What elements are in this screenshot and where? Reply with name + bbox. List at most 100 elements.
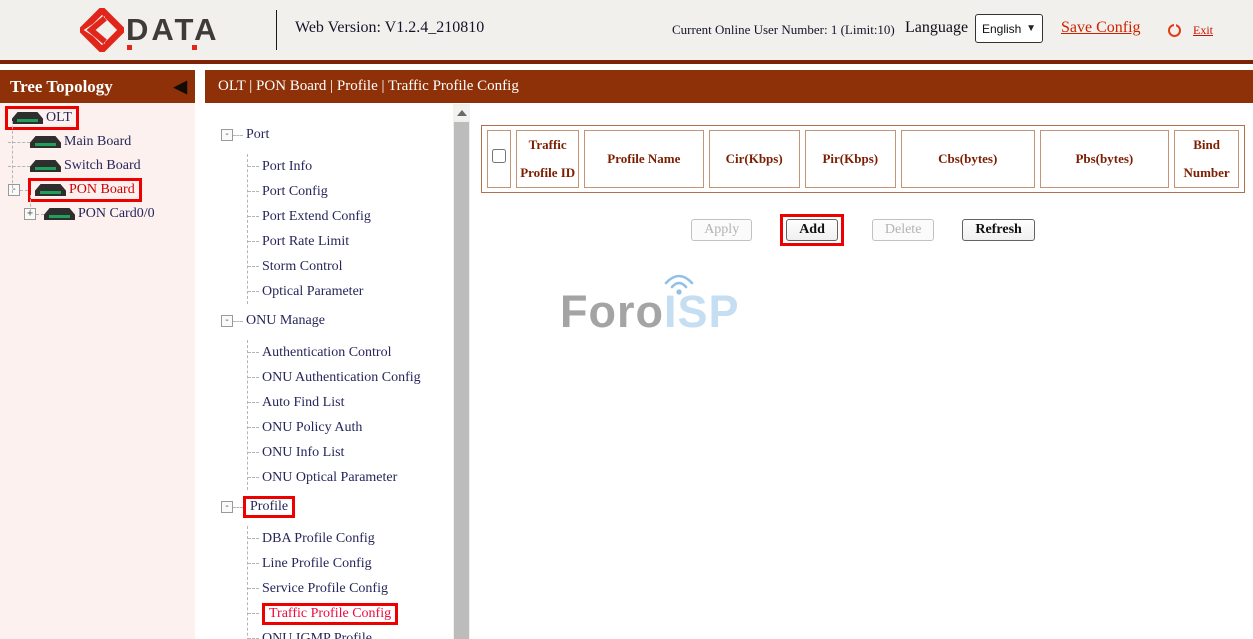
sidebar-title-bar: Tree Topology ◀ [0,70,195,103]
column-header-cir-kbps: Cir(Kbps) [709,130,800,188]
menu-item-dba-profile-config[interactable]: DBA Profile Config [248,526,470,551]
menu-item-label: Port Config [262,184,328,200]
app-root: DATA Web Version: V1.2.4_210810 Current … [0,0,1253,639]
tree-item-label: PON Card0/0 [78,206,155,222]
scroll-up-icon [457,110,467,116]
menu-group-items: Port Info Port Config Port Extend Config Po… [247,154,470,304]
annotation-box: Traffic Profile Config [262,603,398,625]
menu-group-port[interactable]: -Port [205,122,470,148]
add-button[interactable]: Add [786,219,838,241]
power-icon [1168,24,1181,37]
menu-item-port-rate-limit[interactable]: Port Rate Limit [248,229,470,254]
tree-connector [248,402,259,403]
save-config-link[interactable]: Save Config [1061,19,1141,37]
tree-connector [248,477,259,478]
table-header-row: Traffic Profile IDProfile NameCir(Kbps)P… [487,130,1239,188]
menu-item-label: Optical Parameter [262,284,363,300]
menu-item-auto-find-list[interactable]: Auto Find List [248,390,470,415]
logo-text: DATA [126,12,220,48]
minus-expander-icon[interactable]: - [221,129,233,141]
menu-group-onu-manage[interactable]: -ONU Manage [205,308,470,334]
device-icon [12,112,43,124]
menu-item-label: Port Rate Limit [262,234,349,250]
menu-item-onu-igmp-profile[interactable]: ONU IGMP Profile [248,626,470,639]
menu-item-label: ONU Authentication Config [262,370,421,386]
menu-item-traffic-profile-config[interactable]: Traffic Profile Config [248,601,470,626]
apply-button: Apply [691,219,752,241]
device-icon [44,208,75,220]
watermark-text-gray: Foro [560,286,664,337]
tree-connector [248,377,259,378]
menu-item-label: Port Info [262,159,312,175]
menu-group-items: Authentication Control ONU Authentication… [247,340,470,490]
menu-item-line-profile-config[interactable]: Line Profile Config [248,551,470,576]
wifi-signal-icon [659,268,699,296]
menu-item-label: ONU Policy Auth [262,420,362,436]
traffic-profile-table: Traffic Profile IDProfile NameCir(Kbps)P… [481,125,1245,193]
annotation-box: Add [780,214,844,246]
tree-connector [233,507,243,508]
language-selected-value: English [982,22,1021,36]
menu-item-onu-authentication-config[interactable]: ONU Authentication Config [248,365,470,390]
menu-item-port-info[interactable]: Port Info [248,154,470,179]
tree-item-switch-board[interactable]: Switch Board [0,154,195,178]
menu-scrollbar[interactable] [453,104,470,639]
menu-item-label: Storm Control [262,259,343,275]
tree-connector [248,191,259,192]
language-label: Language [905,19,968,37]
column-header-profile-name: Profile Name [584,130,704,188]
annotation-box: Profile [243,496,295,518]
language-select[interactable]: English ▼ [975,14,1043,43]
tree-connector [36,214,44,215]
tree-connector [248,538,259,539]
collapse-sidebar-icon[interactable]: ◀ [174,70,187,103]
annotation-box: OLT [5,106,79,130]
menu-item-optical-parameter[interactable]: Optical Parameter [248,279,470,304]
tree-connector [248,216,259,217]
tree-connector [248,452,259,453]
tree-connector [248,427,259,428]
menu-item-onu-info-list[interactable]: ONU Info List [248,440,470,465]
tree-connector [20,190,28,191]
scrollbar-thumb[interactable] [454,122,469,639]
navigation-menu-panel: -Port Port Info Port Config Port Extend Con… [205,104,470,639]
action-button-row: Apply Add Delete Refresh [481,214,1245,246]
tree-item-label: OLT [46,110,72,126]
tree-connector [248,563,259,564]
delete-button: Delete [872,219,935,241]
column-header-pir-kbps: Pir(Kbps) [805,130,896,188]
tree-connector [248,352,259,353]
header-bottom-divider [0,60,1253,64]
select-all-checkbox[interactable] [492,149,506,163]
menu-item-service-profile-config[interactable]: Service Profile Config [248,576,470,601]
menu-item-onu-optical-parameter[interactable]: ONU Optical Parameter [248,465,470,490]
menu-item-storm-control[interactable]: Storm Control [248,254,470,279]
menu-item-onu-policy-auth[interactable]: ONU Policy Auth [248,415,470,440]
menu-group-profile[interactable]: - Profile [205,494,470,520]
column-header-bind-number: Bind Number [1174,130,1239,188]
column-header-pbs-bytes: Pbs(bytes) [1040,130,1170,188]
menu-item-port-extend-config[interactable]: Port Extend Config [248,204,470,229]
menu-item-authentication-control[interactable]: Authentication Control [248,340,470,365]
menu-item-label: Port Extend Config [262,209,371,225]
device-icon [30,160,61,172]
column-header-cbs-bytes: Cbs(bytes) [901,130,1035,188]
select-all-cell [487,130,511,188]
menu-item-port-config[interactable]: Port Config [248,179,470,204]
tree-item-olt[interactable]: OLT [0,106,195,130]
tree-item-main-board[interactable]: Main Board [0,130,195,154]
exit-link[interactable]: Exit [1193,23,1213,38]
minus-expander-icon[interactable]: - [221,315,233,327]
menu-group-label: Profile [250,499,288,514]
menu-group-items: DBA Profile Config Line Profile Config Ser… [247,526,470,639]
header-divider [276,10,277,50]
refresh-button[interactable]: Refresh [962,219,1034,241]
menu-item-label: Service Profile Config [262,581,388,597]
minus-expander-icon[interactable]: - [221,501,233,513]
web-version-text: Web Version: V1.2.4_210810 [295,19,484,37]
minus-expander-icon[interactable]: - [8,184,20,196]
menu-item-label: ONU Info List [262,445,344,461]
scroll-up-button[interactable] [453,106,470,120]
menu-item-label: DBA Profile Config [262,531,375,547]
tree-guide-line [12,121,13,193]
